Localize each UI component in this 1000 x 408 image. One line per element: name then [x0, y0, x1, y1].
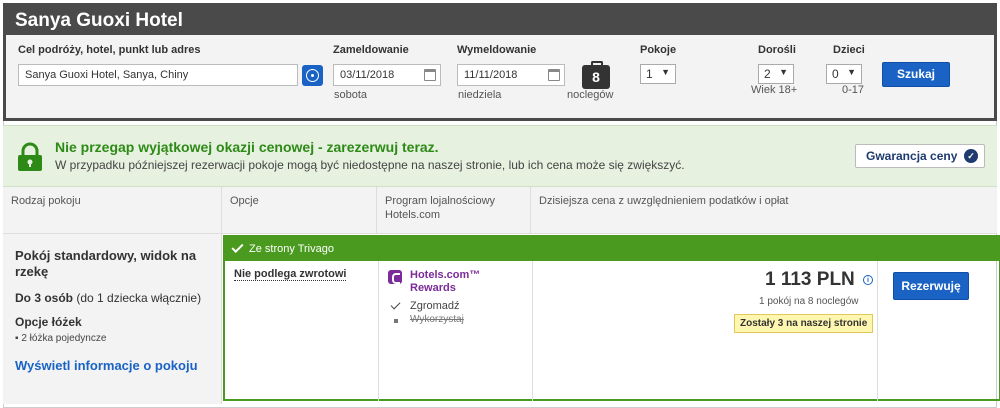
chevron-down-icon: ▼ [661, 67, 670, 77]
room-details: Pokój standardowy, widok na rzekę Do 3 o… [3, 234, 222, 404]
cancellation-policy-link[interactable]: Nie podlega zwrotowi [234, 268, 347, 281]
children-label: Dzieci [833, 44, 865, 56]
info-icon[interactable]: i [863, 275, 873, 285]
bullet-icon [394, 319, 398, 323]
rooms-value: 1 [646, 67, 653, 81]
globe-icon: ✓ [964, 149, 978, 163]
col-options: Opcje [222, 187, 377, 234]
adults-value: 2 [764, 67, 771, 81]
rooms-label: Pokoje [640, 44, 677, 56]
rewards-redeem: Wykorzystaj [410, 314, 464, 325]
price-guarantee-label: Gwarancja ceny [866, 149, 958, 163]
locate-icon[interactable] [302, 65, 323, 86]
promo-text: W przypadku późniejszej rezerwacji pokoj… [55, 158, 685, 172]
occupancy-max: Do 3 osób [15, 291, 74, 305]
page: Sanya Guoxi Hotel Cel podróży, hotel, pu… [0, 0, 1000, 408]
nights-count: 8 [582, 61, 610, 89]
lock-icon [18, 142, 42, 171]
divider [378, 261, 379, 401]
beds-item: ▪ 2 łóżka pojedyncze [15, 333, 107, 344]
occupancy: Do 3 osób (do 1 dziecka włącznie) [15, 291, 201, 305]
col-loyalty: Program lojalnościowy Hotels.com [377, 187, 531, 234]
checkout-day: niedziela [458, 89, 502, 101]
chevron-down-icon: ▼ [847, 67, 856, 77]
table-row: Pokój standardowy, widok na rzekę Do 3 o… [3, 234, 1000, 404]
children-select[interactable]: 0 ▼ [826, 64, 862, 84]
children-value: 0 [832, 67, 839, 81]
adults-select[interactable]: 2 ▼ [758, 64, 794, 84]
checkin-label: Zameldowanie [333, 44, 409, 56]
price-note: 1 pokój na 8 noclegów [759, 296, 859, 307]
checkout-label: Wymeldowanie [457, 44, 537, 56]
nights-label: noclegów [567, 89, 614, 101]
table-header: Rodzaj pokoju Opcje Program lojalnościow… [3, 187, 997, 234]
checkin-day: sobota [334, 89, 368, 101]
checkin-value: 03/11/2018 [340, 69, 395, 81]
col-price: Dzisiejsza cena z uwzględnieniem podatkó… [539, 195, 789, 207]
offer-card: Ze strony Trivago Nie podlega zwrotowi H… [223, 235, 1000, 401]
book-button[interactable]: Rezerwuję [893, 272, 969, 300]
col-room-type: Rodzaj pokoju [3, 187, 222, 234]
divider [532, 261, 533, 401]
room-info-link[interactable]: Wyświetl informacje o pokoju [15, 358, 198, 373]
chevron-down-icon: ▼ [779, 67, 788, 77]
col-loyalty-line1: Program lojalnościowy [385, 195, 496, 207]
checkin-input[interactable]: 03/11/2018 [333, 64, 441, 86]
col-loyalty-line2: Hotels.com [385, 209, 441, 221]
search-header: Sanya Guoxi Hotel Cel podróży, hotel, pu… [3, 3, 997, 121]
adults-note: Wiek 18+ [751, 84, 798, 96]
checkout-value: 11/11/2018 [464, 69, 518, 81]
beds-label: Opcje łóżek [15, 315, 82, 329]
divider [877, 261, 878, 401]
price-guarantee-button[interactable]: Gwarancja ceny ✓ [855, 144, 985, 168]
rewards-name: Hotels.com™ Rewards [410, 269, 481, 294]
search-button[interactable]: Szukaj [882, 62, 950, 87]
room-name: Pokój standardowy, widok na rzekę [15, 248, 197, 279]
rooms-select[interactable]: 1 ▼ [640, 64, 676, 84]
promo-banner: Nie przegap wyjątkowej okazji cenowej - … [3, 125, 997, 187]
availability-badge: Zostały 3 na naszej stronie [734, 314, 874, 333]
occupancy-detail: (do 1 dziecka włącznie) [73, 291, 202, 305]
offer-source-bar: Ze strony Trivago [225, 237, 999, 261]
check-icon [390, 299, 401, 310]
destination-input[interactable]: Sanya Guoxi Hotel, Sanya, Chiny [18, 64, 298, 86]
destination-label: Cel podróży, hotel, punkt lub adres [18, 44, 201, 56]
hotel-title: Sanya Guoxi Hotel [15, 10, 183, 31]
search-form: Cel podróży, hotel, punkt lub adres Sany… [6, 35, 994, 118]
checkout-input[interactable]: 11/11/2018 [457, 64, 565, 86]
rewards-collect: Zgromadź [410, 300, 460, 312]
price: 1 113 PLN [765, 269, 855, 290]
children-note: 0-17 [842, 84, 865, 96]
check-icon [231, 240, 244, 254]
calendar-icon[interactable] [424, 69, 436, 81]
calendar-icon[interactable] [548, 69, 560, 81]
adults-label: Dorośli [758, 44, 796, 56]
hotels-rewards-icon [388, 270, 402, 284]
promo-title: Nie przegap wyjątkowej okazji cenowej - … [55, 139, 439, 155]
offer-source: Ze strony Trivago [249, 243, 334, 255]
beds-item-text: 2 łóżka pojedyncze [21, 333, 107, 344]
